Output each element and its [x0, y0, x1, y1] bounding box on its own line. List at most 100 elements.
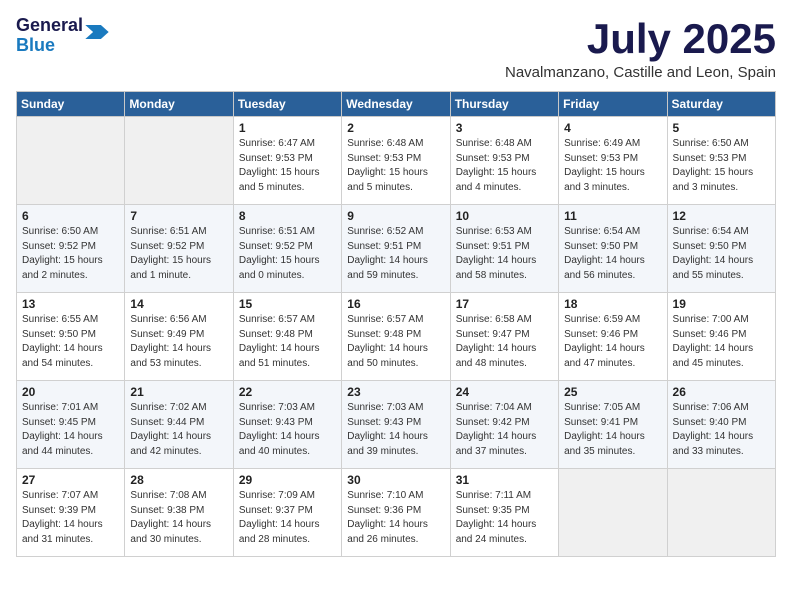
logo: GeneralBlue [16, 16, 109, 56]
page-header: GeneralBlue July 2025 Navalmanzano, Cast… [16, 16, 776, 81]
day-number: 1 [239, 121, 337, 135]
column-header-wednesday: Wednesday [342, 92, 450, 117]
week-row-3: 13Sunrise: 6:55 AM Sunset: 9:50 PM Dayli… [17, 293, 776, 381]
calendar-cell: 24 Sunrise: 7:04 AM Sunset: 9:42 PM Dayli… [450, 381, 558, 469]
calendar-cell: 22 Sunrise: 7:03 AM Sunset: 9:43 PM Dayli… [233, 381, 341, 469]
calendar-cell [667, 469, 775, 557]
day-number: 27 [22, 473, 120, 487]
calendar-cell: 19Sunrise: 7:00 AM Sunset: 9:46 PM Dayli… [667, 293, 775, 381]
day-number: 21 [130, 385, 228, 399]
column-header-tuesday: Tuesday [233, 92, 341, 117]
day-number: 31 [456, 473, 554, 487]
calendar-cell: 30 Sunrise: 7:10 AM Sunset: 9:36 PM Dayli… [342, 469, 450, 557]
calendar-table: SundayMondayTuesdayWednesdayThursdayFrid… [16, 91, 776, 557]
calendar-cell: 28Sunrise: 7:08 AM Sunset: 9:38 PM Dayli… [125, 469, 233, 557]
day-info: Sunrise: 7:11 AM Sunset: 9:35 PM Dayligh… [456, 489, 554, 547]
calendar-cell: 31 Sunrise: 7:11 AM Sunset: 9:35 PM Dayli… [450, 469, 558, 557]
day-number: 11 [564, 209, 662, 223]
day-number: 6 [22, 209, 120, 223]
calendar-cell: 2 Sunrise: 6:48 AM Sunset: 9:53 PM Daylig… [342, 117, 450, 205]
calendar-cell: 9 Sunrise: 6:52 AM Sunset: 9:51 PM Daylig… [342, 205, 450, 293]
day-info: Sunrise: 6:51 AM Sunset: 9:52 PM Dayligh… [239, 225, 337, 283]
calendar-cell: 14 Sunrise: 6:56 AM Sunset: 9:49 PM Dayli… [125, 293, 233, 381]
column-header-saturday: Saturday [667, 92, 775, 117]
day-info: Sunrise: 6:51 AM Sunset: 9:52 PM Dayligh… [130, 225, 228, 283]
day-info: Sunrise: 7:03 AM Sunset: 9:43 PM Dayligh… [239, 401, 337, 459]
calendar-cell: 23 Sunrise: 7:03 AM Sunset: 9:43 PM Dayli… [342, 381, 450, 469]
column-header-monday: Monday [125, 92, 233, 117]
logo-icon [85, 25, 109, 39]
day-number: 25 [564, 385, 662, 399]
calendar-cell [125, 117, 233, 205]
day-number: 7 [130, 209, 228, 223]
day-info: Sunrise: 6:48 AM Sunset: 9:53 PM Dayligh… [456, 137, 554, 195]
calendar-cell: 25 Sunrise: 7:05 AM Sunset: 9:41 PM Dayli… [559, 381, 667, 469]
logo-text: GeneralBlue [16, 16, 83, 56]
day-number: 9 [347, 209, 445, 223]
day-number: 17 [456, 297, 554, 311]
column-header-friday: Friday [559, 92, 667, 117]
calendar-cell: 8Sunrise: 6:51 AM Sunset: 9:52 PM Daylig… [233, 205, 341, 293]
day-number: 20 [22, 385, 120, 399]
day-info: Sunrise: 6:59 AM Sunset: 9:46 PM Dayligh… [564, 313, 662, 371]
calendar-cell: 18 Sunrise: 6:59 AM Sunset: 9:46 PM Dayli… [559, 293, 667, 381]
day-info: Sunrise: 6:50 AM Sunset: 9:52 PM Dayligh… [22, 225, 120, 283]
day-info: Sunrise: 7:08 AM Sunset: 9:38 PM Dayligh… [130, 489, 228, 547]
day-number: 19 [673, 297, 771, 311]
calendar-cell: 20 Sunrise: 7:01 AM Sunset: 9:45 PM Dayli… [17, 381, 125, 469]
calendar-body: 1 Sunrise: 6:47 AM Sunset: 9:53 PM Daylig… [17, 117, 776, 557]
calendar-cell: 5 Sunrise: 6:50 AM Sunset: 9:53 PM Daylig… [667, 117, 775, 205]
day-number: 15 [239, 297, 337, 311]
day-info: Sunrise: 6:53 AM Sunset: 9:51 PM Dayligh… [456, 225, 554, 283]
day-info: Sunrise: 7:10 AM Sunset: 9:36 PM Dayligh… [347, 489, 445, 547]
day-info: Sunrise: 7:02 AM Sunset: 9:44 PM Dayligh… [130, 401, 228, 459]
day-info: Sunrise: 6:57 AM Sunset: 9:48 PM Dayligh… [239, 313, 337, 371]
day-info: Sunrise: 6:57 AM Sunset: 9:48 PM Dayligh… [347, 313, 445, 371]
title-block: July 2025 Navalmanzano, Castille and Leo… [505, 16, 776, 81]
day-info: Sunrise: 7:09 AM Sunset: 9:37 PM Dayligh… [239, 489, 337, 547]
week-row-1: 1 Sunrise: 6:47 AM Sunset: 9:53 PM Daylig… [17, 117, 776, 205]
day-number: 23 [347, 385, 445, 399]
day-number: 18 [564, 297, 662, 311]
calendar-cell: 12Sunrise: 6:54 AM Sunset: 9:50 PM Dayli… [667, 205, 775, 293]
calendar-cell: 7 Sunrise: 6:51 AM Sunset: 9:52 PM Daylig… [125, 205, 233, 293]
day-number: 14 [130, 297, 228, 311]
calendar-cell: 15 Sunrise: 6:57 AM Sunset: 9:48 PM Dayli… [233, 293, 341, 381]
calendar-cell: 13Sunrise: 6:55 AM Sunset: 9:50 PM Dayli… [17, 293, 125, 381]
day-number: 10 [456, 209, 554, 223]
calendar-cell: 4Sunrise: 6:49 AM Sunset: 9:53 PM Daylig… [559, 117, 667, 205]
calendar-header-row: SundayMondayTuesdayWednesdayThursdayFrid… [17, 92, 776, 117]
day-number: 4 [564, 121, 662, 135]
column-header-thursday: Thursday [450, 92, 558, 117]
day-info: Sunrise: 7:01 AM Sunset: 9:45 PM Dayligh… [22, 401, 120, 459]
day-info: Sunrise: 6:47 AM Sunset: 9:53 PM Dayligh… [239, 137, 337, 195]
day-number: 2 [347, 121, 445, 135]
day-info: Sunrise: 7:03 AM Sunset: 9:43 PM Dayligh… [347, 401, 445, 459]
day-number: 26 [673, 385, 771, 399]
day-number: 13 [22, 297, 120, 311]
day-number: 5 [673, 121, 771, 135]
day-number: 16 [347, 297, 445, 311]
day-info: Sunrise: 6:58 AM Sunset: 9:47 PM Dayligh… [456, 313, 554, 371]
week-row-2: 6 Sunrise: 6:50 AM Sunset: 9:52 PM Daylig… [17, 205, 776, 293]
day-number: 30 [347, 473, 445, 487]
day-info: Sunrise: 7:05 AM Sunset: 9:41 PM Dayligh… [564, 401, 662, 459]
calendar-cell: 16 Sunrise: 6:57 AM Sunset: 9:48 PM Dayli… [342, 293, 450, 381]
day-info: Sunrise: 6:50 AM Sunset: 9:53 PM Dayligh… [673, 137, 771, 195]
calendar-cell: 27 Sunrise: 7:07 AM Sunset: 9:39 PM Dayli… [17, 469, 125, 557]
day-info: Sunrise: 7:07 AM Sunset: 9:39 PM Dayligh… [22, 489, 120, 547]
calendar-cell: 6 Sunrise: 6:50 AM Sunset: 9:52 PM Daylig… [17, 205, 125, 293]
week-row-5: 27 Sunrise: 7:07 AM Sunset: 9:39 PM Dayli… [17, 469, 776, 557]
day-info: Sunrise: 6:48 AM Sunset: 9:53 PM Dayligh… [347, 137, 445, 195]
day-info: Sunrise: 6:52 AM Sunset: 9:51 PM Dayligh… [347, 225, 445, 283]
calendar-cell: 1 Sunrise: 6:47 AM Sunset: 9:53 PM Daylig… [233, 117, 341, 205]
calendar-cell: 11Sunrise: 6:54 AM Sunset: 9:50 PM Dayli… [559, 205, 667, 293]
location-subtitle: Navalmanzano, Castille and Leon, Spain [505, 64, 776, 81]
day-number: 24 [456, 385, 554, 399]
week-row-4: 20 Sunrise: 7:01 AM Sunset: 9:45 PM Dayli… [17, 381, 776, 469]
day-info: Sunrise: 7:04 AM Sunset: 9:42 PM Dayligh… [456, 401, 554, 459]
day-number: 22 [239, 385, 337, 399]
day-info: Sunrise: 6:56 AM Sunset: 9:49 PM Dayligh… [130, 313, 228, 371]
column-header-sunday: Sunday [17, 92, 125, 117]
calendar-cell [559, 469, 667, 557]
